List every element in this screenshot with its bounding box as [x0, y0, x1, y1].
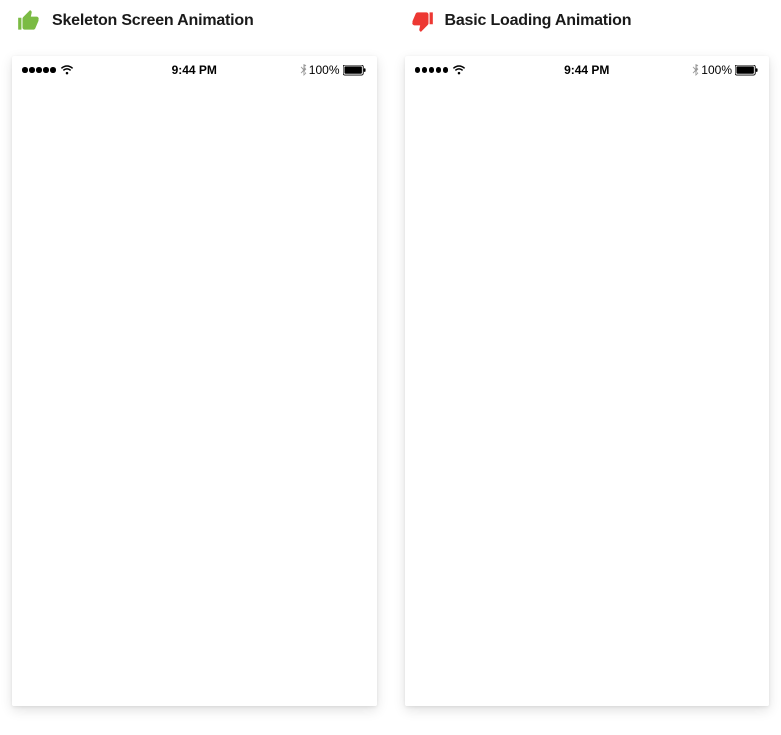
right-phone-mockup: 9:44 PM 100% [405, 56, 770, 706]
signal-strength-icon [22, 67, 56, 73]
comparison-container: Skeleton Screen Animation 9:44 PM [0, 0, 781, 714]
thumbs-up-icon [16, 8, 42, 34]
status-left-group [22, 65, 74, 76]
battery-percent: 100% [309, 63, 340, 77]
status-time: 9:44 PM [564, 63, 609, 77]
battery-percent: 100% [701, 63, 732, 77]
left-status-bar: 9:44 PM 100% [12, 56, 377, 82]
battery-icon [343, 65, 367, 76]
bluetooth-icon [300, 64, 307, 76]
right-status-bar: 9:44 PM 100% [405, 56, 770, 82]
right-column: Basic Loading Animation 9:44 PM 1 [405, 8, 770, 706]
signal-strength-icon [415, 67, 449, 73]
left-column: Skeleton Screen Animation 9:44 PM [12, 8, 377, 706]
right-label: Basic Loading Animation [445, 12, 632, 30]
right-header: Basic Loading Animation [405, 8, 770, 34]
status-time: 9:44 PM [172, 63, 217, 77]
left-phone-content [12, 84, 377, 706]
battery-icon [735, 65, 759, 76]
thumbs-down-icon [409, 8, 435, 34]
status-right-group: 100% [692, 63, 759, 77]
wifi-icon [60, 65, 74, 76]
left-header: Skeleton Screen Animation [12, 8, 377, 34]
status-right-group: 100% [300, 63, 367, 77]
left-label: Skeleton Screen Animation [52, 12, 254, 30]
left-phone-mockup: 9:44 PM 100% [12, 56, 377, 706]
status-left-group [415, 65, 467, 76]
right-phone-content [405, 84, 770, 706]
wifi-icon [452, 65, 466, 76]
bluetooth-icon [692, 64, 699, 76]
